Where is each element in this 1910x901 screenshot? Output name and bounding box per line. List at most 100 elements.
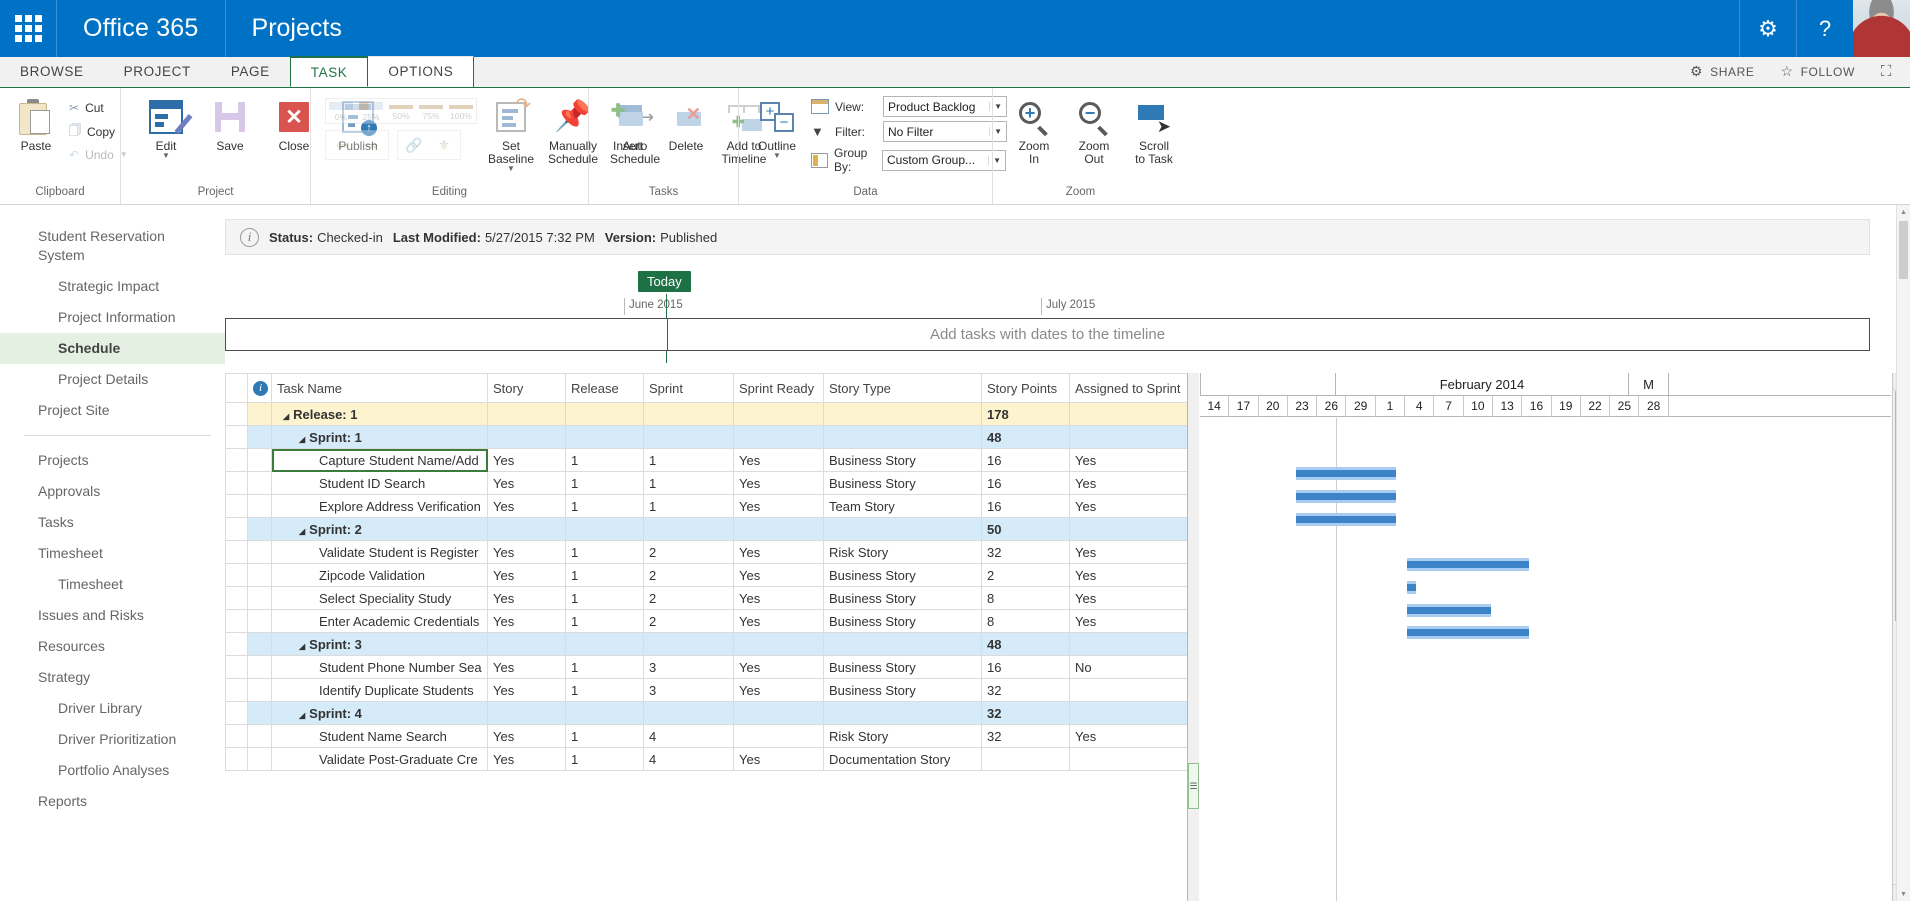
sidebar-item-student-reservation-system[interactable]: Student Reservation System xyxy=(0,225,225,271)
cell-story-points[interactable]: 16 xyxy=(981,655,1070,679)
cell-assigned-to-sprint[interactable]: Yes xyxy=(1069,494,1187,518)
cell-sprint[interactable]: 1 xyxy=(643,471,734,495)
cell-story-points[interactable]: 32 xyxy=(981,540,1070,564)
chevron-down-icon[interactable]: ▼ xyxy=(773,152,781,160)
cell-assigned-to-sprint[interactable] xyxy=(1069,517,1187,541)
page-scroll-thumb[interactable] xyxy=(1899,221,1908,279)
row-select-cell[interactable] xyxy=(225,425,248,449)
cell-sprint[interactable] xyxy=(643,425,734,449)
delete-button[interactable]: ✕ Delete xyxy=(659,94,713,153)
cell-assigned-to-sprint[interactable] xyxy=(1069,402,1187,426)
timeline-band[interactable]: Add tasks with dates to the timeline xyxy=(225,318,1870,351)
cell-task-name[interactable]: ◢ Sprint: 4 xyxy=(271,701,488,725)
office365-brand[interactable]: Office 365 xyxy=(57,0,226,57)
cell-release[interactable]: 1 xyxy=(565,609,644,633)
cell-release[interactable]: 1 xyxy=(565,540,644,564)
row-select-cell[interactable] xyxy=(225,655,248,679)
link-unlink-group[interactable]: 🔗 ⚜ xyxy=(397,130,461,160)
tab-options[interactable]: OPTIONS xyxy=(368,56,475,87)
cell-assigned-to-sprint[interactable] xyxy=(1069,425,1187,449)
cell-story[interactable]: Yes xyxy=(487,563,566,587)
header-release[interactable]: Release xyxy=(565,373,644,403)
cell-story-points[interactable]: 16 xyxy=(981,471,1070,495)
sidebar-item-driver-prioritization[interactable]: Driver Prioritization xyxy=(0,724,225,755)
cell-sprint[interactable] xyxy=(643,701,734,725)
focus-on-content-button[interactable]: ⛶ xyxy=(1881,63,1892,80)
gantt-left-splitter[interactable]: ☰ xyxy=(1188,373,1199,901)
cell-sprint-ready[interactable]: Yes xyxy=(733,609,824,633)
cell-story-type[interactable]: Documentation Story xyxy=(823,747,982,771)
cell-story-points[interactable]: 32 xyxy=(981,701,1070,725)
cell-task-name[interactable]: Student ID Search xyxy=(271,471,488,495)
cell-sprint-ready[interactable]: Yes xyxy=(733,655,824,679)
cell-story-type[interactable]: Business Story xyxy=(823,448,982,472)
sidebar-item-resources[interactable]: Resources xyxy=(0,631,225,662)
cell-story-type[interactable] xyxy=(823,402,982,426)
percent-0[interactable]: 0% xyxy=(326,99,356,123)
table-row[interactable]: Select Speciality Study Yes 1 2 Yes Business … xyxy=(225,586,1187,610)
follow-button[interactable]: ☆ FOLLOW xyxy=(1780,63,1854,80)
cell-story-points[interactable]: 16 xyxy=(981,494,1070,518)
cell-story[interactable]: Yes xyxy=(487,540,566,564)
row-select-cell[interactable] xyxy=(225,448,248,472)
sidebar-item-reports[interactable]: Reports xyxy=(0,786,225,817)
cell-sprint-ready[interactable]: Yes xyxy=(733,586,824,610)
collapse-triangle-icon[interactable]: ◢ xyxy=(299,711,305,720)
header-assigned-to-sprint[interactable]: Assigned to Sprint xyxy=(1069,373,1187,403)
insert-button[interactable]: ✚ Insert xyxy=(601,94,655,153)
help-icon[interactable]: ? xyxy=(1796,0,1853,57)
unlink-tasks-icon[interactable]: ⚜ xyxy=(432,134,456,156)
cell-story[interactable] xyxy=(487,425,566,449)
cell-task-name[interactable]: ◢ Sprint: 3 xyxy=(271,632,488,656)
cell-sprint-ready[interactable] xyxy=(733,517,824,541)
cell-task-name[interactable]: Capture Student Name/Add xyxy=(271,448,488,472)
cell-story[interactable]: Yes xyxy=(487,586,566,610)
cell-story[interactable]: Yes xyxy=(487,655,566,679)
cell-task-name[interactable]: ◢ Release: 1 xyxy=(271,402,488,426)
cell-assigned-to-sprint[interactable]: Yes xyxy=(1069,563,1187,587)
cell-story-type[interactable]: Team Story xyxy=(823,494,982,518)
edit-button[interactable]: Edit ▼ xyxy=(139,94,193,160)
cell-assigned-to-sprint[interactable]: Yes xyxy=(1069,540,1187,564)
sidebar-item-tasks[interactable]: Tasks xyxy=(0,507,225,538)
cell-release[interactable] xyxy=(565,425,644,449)
cell-assigned-to-sprint[interactable] xyxy=(1069,632,1187,656)
app-title-projects[interactable]: Projects xyxy=(226,0,368,57)
sidebar-item-timesheet-child[interactable]: Timesheet xyxy=(0,569,225,600)
row-select-cell[interactable] xyxy=(225,402,248,426)
cell-sprint[interactable] xyxy=(643,517,734,541)
sidebar-item-portfolio-analyses[interactable]: Portfolio Analyses xyxy=(0,755,225,786)
row-select-cell[interactable] xyxy=(225,540,248,564)
cell-story[interactable]: Yes xyxy=(487,448,566,472)
sidebar-item-strategy[interactable]: Strategy xyxy=(0,662,225,693)
view-dropdown[interactable]: Product Backlog ▼ xyxy=(883,96,1007,117)
cell-task-name[interactable]: Student Phone Number Sea xyxy=(271,655,488,679)
cell-release[interactable] xyxy=(565,517,644,541)
cell-story-points[interactable]: 32 xyxy=(981,678,1070,702)
cell-sprint[interactable]: 2 xyxy=(643,563,734,587)
cell-story[interactable]: Yes xyxy=(487,724,566,748)
sidebar-item-approvals[interactable]: Approvals xyxy=(0,476,225,507)
cell-story-type[interactable]: Business Story xyxy=(823,609,982,633)
row-select-cell[interactable] xyxy=(225,609,248,633)
sidebar-item-projects[interactable]: Projects xyxy=(0,445,225,476)
cell-story-points[interactable] xyxy=(981,747,1070,771)
cell-release[interactable]: 1 xyxy=(565,747,644,771)
user-avatar[interactable] xyxy=(1853,0,1910,57)
cell-sprint[interactable]: 3 xyxy=(643,655,734,679)
filter-dropdown[interactable]: No Filter ▼ xyxy=(883,121,1007,142)
cell-release[interactable] xyxy=(565,402,644,426)
cell-assigned-to-sprint[interactable] xyxy=(1069,701,1187,725)
cell-assigned-to-sprint[interactable]: No xyxy=(1069,655,1187,679)
cell-story[interactable]: Yes xyxy=(487,609,566,633)
row-select-cell[interactable] xyxy=(225,517,248,541)
indent-icon[interactable]: ⇨ xyxy=(360,134,384,156)
cell-story[interactable] xyxy=(487,402,566,426)
table-row[interactable]: Explore Address Verification Yes 1 1 Yes Team… xyxy=(225,494,1187,518)
row-select-cell[interactable] xyxy=(225,678,248,702)
sidebar-item-driver-library[interactable]: Driver Library xyxy=(0,693,225,724)
sidebar-item-issues-and-risks[interactable]: Issues and Risks xyxy=(0,600,225,631)
cell-sprint-ready[interactable] xyxy=(733,632,824,656)
cell-sprint-ready[interactable] xyxy=(733,701,824,725)
chevron-down-icon[interactable]: ▼ xyxy=(507,165,515,173)
